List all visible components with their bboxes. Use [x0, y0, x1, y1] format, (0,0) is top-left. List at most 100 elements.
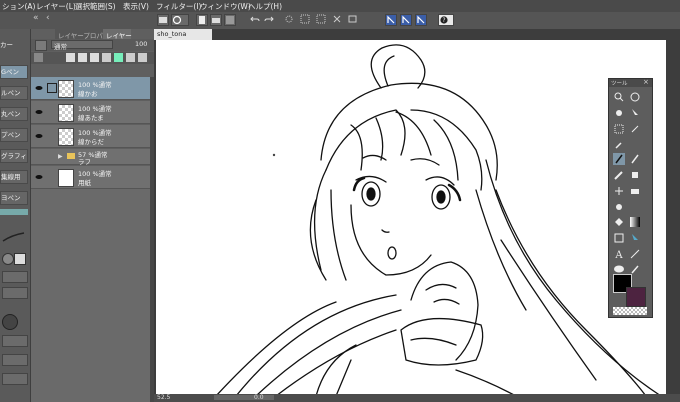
pen-icon[interactable] [613, 153, 625, 165]
document-tab[interactable]: sho_tona [154, 29, 212, 40]
open-file-icon[interactable] [210, 14, 222, 26]
visibility-eye-icon[interactable] [35, 133, 43, 139]
new-raster-icon[interactable] [66, 53, 75, 62]
setting-slider-2[interactable] [2, 373, 28, 385]
zoom-level[interactable]: 52.5 [157, 394, 170, 401]
layer-row[interactable]: 100 %通常 線からだ [31, 125, 154, 148]
clear-icon[interactable] [332, 14, 344, 26]
eraser-icon[interactable] [629, 185, 641, 197]
opacity-slider[interactable] [2, 287, 28, 299]
svg-text:A: A [614, 250, 623, 260]
undo-icon[interactable] [250, 14, 262, 26]
blend-toggle-icon[interactable] [35, 40, 47, 51]
layer-menu-icon[interactable] [34, 53, 43, 62]
brush-icon[interactable] [613, 169, 625, 181]
layer-folder-row[interactable]: ▶ 57 %通常 ラフ [31, 149, 154, 166]
layer-row[interactable]: 100 %通常 用紙 [31, 166, 154, 189]
operation-icon[interactable] [629, 107, 641, 119]
sub-color-swatch[interactable] [626, 287, 646, 307]
gradient-icon[interactable] [629, 216, 641, 228]
menu-layer[interactable]: レイヤー(L) [36, 1, 76, 12]
auto-select-icon[interactable] [629, 123, 641, 135]
brush-slider[interactable] [2, 271, 28, 283]
menu-view[interactable]: 表示(V) [123, 1, 149, 12]
arrow-left-icon[interactable]: ‹ [46, 13, 58, 25]
subtool-round-pen[interactable]: 丸ペン [0, 107, 28, 121]
tab-layer[interactable]: レイヤー [103, 29, 132, 40]
menu-help[interactable]: ヘルプ(H) [248, 1, 282, 12]
eyedropper-icon[interactable] [613, 139, 625, 151]
delete-layer-icon[interactable] [138, 53, 147, 62]
text-icon[interactable]: A [613, 248, 625, 260]
subtool-concentrated[interactable]: 集線用 [0, 170, 28, 184]
zoom-slider[interactable] [214, 395, 274, 400]
opacity-value[interactable]: 100 [135, 40, 147, 48]
subtool-graphic[interactable]: グラフィ [0, 149, 28, 163]
layer-thumbnail [58, 128, 74, 146]
mask-icon[interactable] [114, 53, 123, 62]
ruler-snap-icon[interactable] [385, 14, 397, 26]
decoration-icon[interactable] [613, 185, 625, 197]
menu-selection[interactable]: 選択範囲(S) [75, 1, 116, 12]
subtool-yo-pen[interactable]: ヨペン [0, 191, 28, 205]
navigator-icon[interactable] [171, 14, 189, 26]
new-folder-icon[interactable] [90, 53, 99, 62]
collapse-left-icon[interactable]: « [33, 13, 45, 25]
menu-animation[interactable]: ション(A) [2, 1, 35, 12]
new-file-icon[interactable] [196, 14, 208, 26]
brush-texture-icon[interactable] [14, 253, 26, 265]
line-icon[interactable] [629, 248, 641, 260]
zoom-icon[interactable] [613, 91, 625, 103]
new-vector-icon[interactable] [78, 53, 87, 62]
drawing-canvas[interactable] [156, 40, 666, 396]
layer-row[interactable]: 100 %通常 線あたま [31, 101, 154, 124]
copy-layer-icon[interactable] [102, 53, 111, 62]
paper-thumbnail [58, 169, 74, 187]
object-icon[interactable] [629, 232, 641, 244]
pencil-icon[interactable] [629, 153, 641, 165]
deselect-icon[interactable] [300, 14, 312, 26]
help-icon[interactable]: ? [438, 14, 454, 26]
subtool-real-pen[interactable]: ルペン [0, 86, 28, 100]
special-ruler-snap-icon[interactable] [400, 14, 412, 26]
hand-icon[interactable] [613, 107, 625, 119]
selection-icon[interactable] [613, 123, 625, 135]
fill-bucket-icon[interactable] [613, 216, 625, 228]
merge-layer-icon[interactable] [126, 53, 135, 62]
transform-icon[interactable] [284, 14, 296, 26]
redo-icon[interactable] [264, 14, 276, 26]
layer-name: 線からだ [78, 138, 104, 146]
airbrush-icon[interactable] [629, 169, 641, 181]
folder-expand-icon[interactable]: ▶ [58, 153, 63, 160]
stabilization-slider[interactable] [2, 335, 28, 347]
layer-row[interactable]: 100 %通常 線かお [31, 77, 154, 100]
menu-filter[interactable]: フィルター(I) [156, 1, 201, 12]
canvas-icon[interactable] [157, 14, 169, 26]
brush-size-dot-icon[interactable] [2, 253, 14, 265]
visibility-eye-icon[interactable] [35, 85, 43, 91]
subtool-turnip-pen[interactable]: プペン [0, 128, 28, 142]
layer-name: ラフ [78, 158, 91, 166]
fill-icon[interactable] [348, 14, 360, 26]
subtool-g-pen[interactable]: Gペン [0, 65, 28, 79]
layer-name: 線かお [78, 90, 98, 98]
blend-mode-select[interactable]: 通常 [51, 40, 113, 51]
visibility-eye-icon[interactable] [35, 109, 43, 115]
save-icon[interactable] [224, 14, 236, 26]
setting-slider[interactable] [2, 354, 28, 366]
menu-window[interactable]: ウィンドウ(W) [200, 1, 251, 12]
tab-layer-property[interactable]: レイヤープロパティ [55, 29, 116, 40]
grid-snap-icon[interactable] [415, 14, 427, 26]
rotate-icon[interactable] [629, 91, 641, 103]
stabilization-dial-icon[interactable] [2, 314, 18, 330]
pen-lock-icon[interactable] [47, 83, 57, 93]
canvas-vertical-scrollbar[interactable] [666, 40, 680, 394]
transparent-color-swatch[interactable] [613, 307, 647, 315]
blend-icon[interactable] [613, 200, 625, 212]
subtool-header: カー [0, 39, 28, 53]
close-icon[interactable]: × [643, 78, 649, 86]
figure-icon[interactable] [613, 232, 625, 244]
invert-selection-icon[interactable] [316, 14, 328, 26]
rotation-value[interactable]: 0.0 [254, 394, 264, 401]
visibility-eye-icon[interactable] [35, 174, 43, 180]
